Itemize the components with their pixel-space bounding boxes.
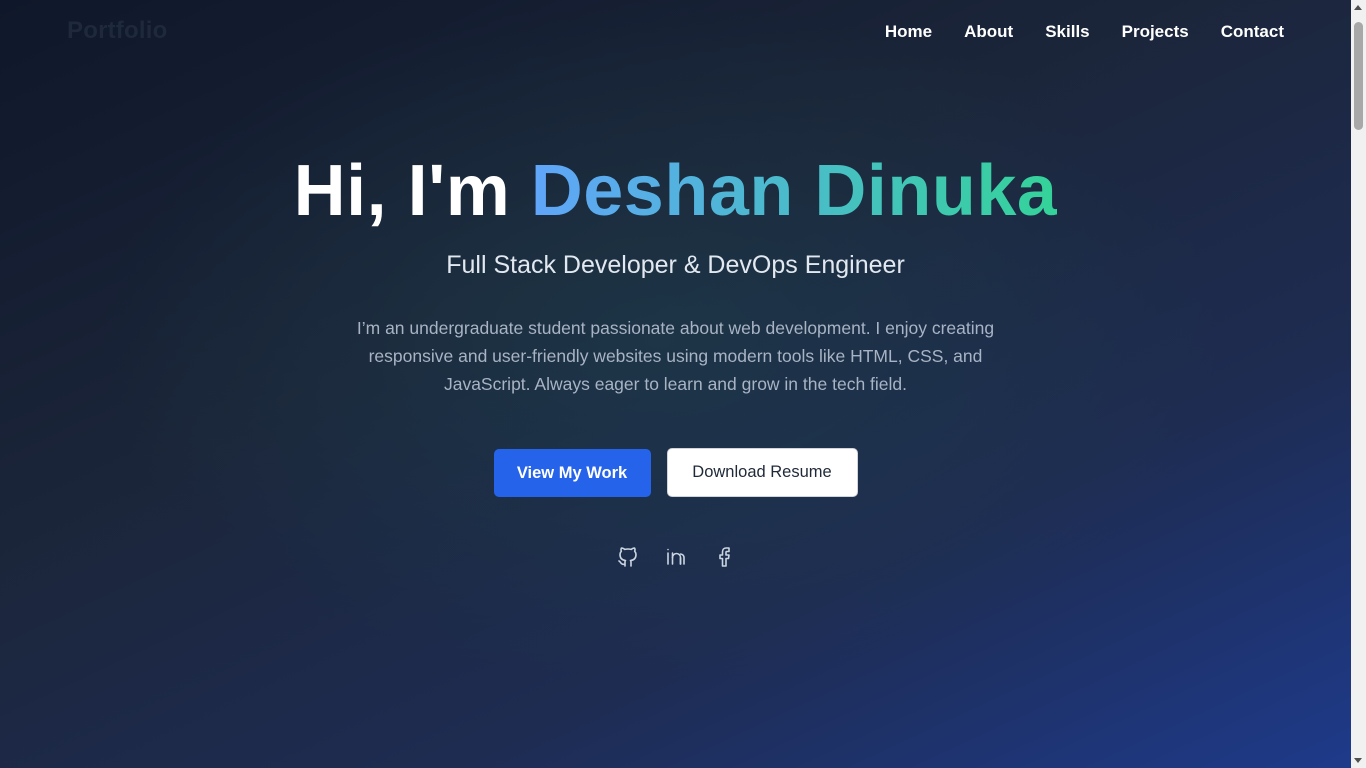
navbar: Portfolio Home About Skills Projects Con… [0,0,1351,64]
linkedin-icon[interactable] [664,545,688,569]
view-my-work-button[interactable]: View My Work [493,449,651,497]
hero-buttons: View My Work Download Resume [0,448,1351,497]
nav-link-projects[interactable]: Projects [1122,22,1189,42]
scroll-up-arrow-icon[interactable] [1354,5,1362,10]
scrollbar-thumb[interactable] [1354,22,1363,130]
hero-role: Full Stack Developer & DevOps Engineer [446,251,905,279]
nav-link-contact[interactable]: Contact [1221,22,1284,42]
nav-link-about[interactable]: About [964,22,1013,42]
social-links [0,545,1351,569]
hero-section: Hi, I'm Deshan Dinuka Full Stack Develop… [0,148,1351,569]
hero-bio: I’m an undergraduate student passionate … [356,318,995,394]
github-icon[interactable] [616,545,640,569]
nav-link-skills[interactable]: Skills [1045,22,1089,42]
hero-name: Deshan Dinuka [530,151,1058,231]
nav-links: Home About Skills Projects Contact [885,22,1284,42]
vertical-scrollbar[interactable] [1351,0,1366,768]
nav-link-home[interactable]: Home [885,22,932,42]
page: Portfolio Home About Skills Projects Con… [0,0,1351,768]
scroll-down-arrow-icon[interactable] [1354,758,1362,763]
hero-greeting: Hi, I'm [293,151,511,231]
hero-headline: Hi, I'm Deshan Dinuka [0,148,1351,234]
facebook-icon[interactable] [712,545,736,569]
logo[interactable]: Portfolio [67,17,167,45]
download-resume-button[interactable]: Download Resume [666,448,858,497]
